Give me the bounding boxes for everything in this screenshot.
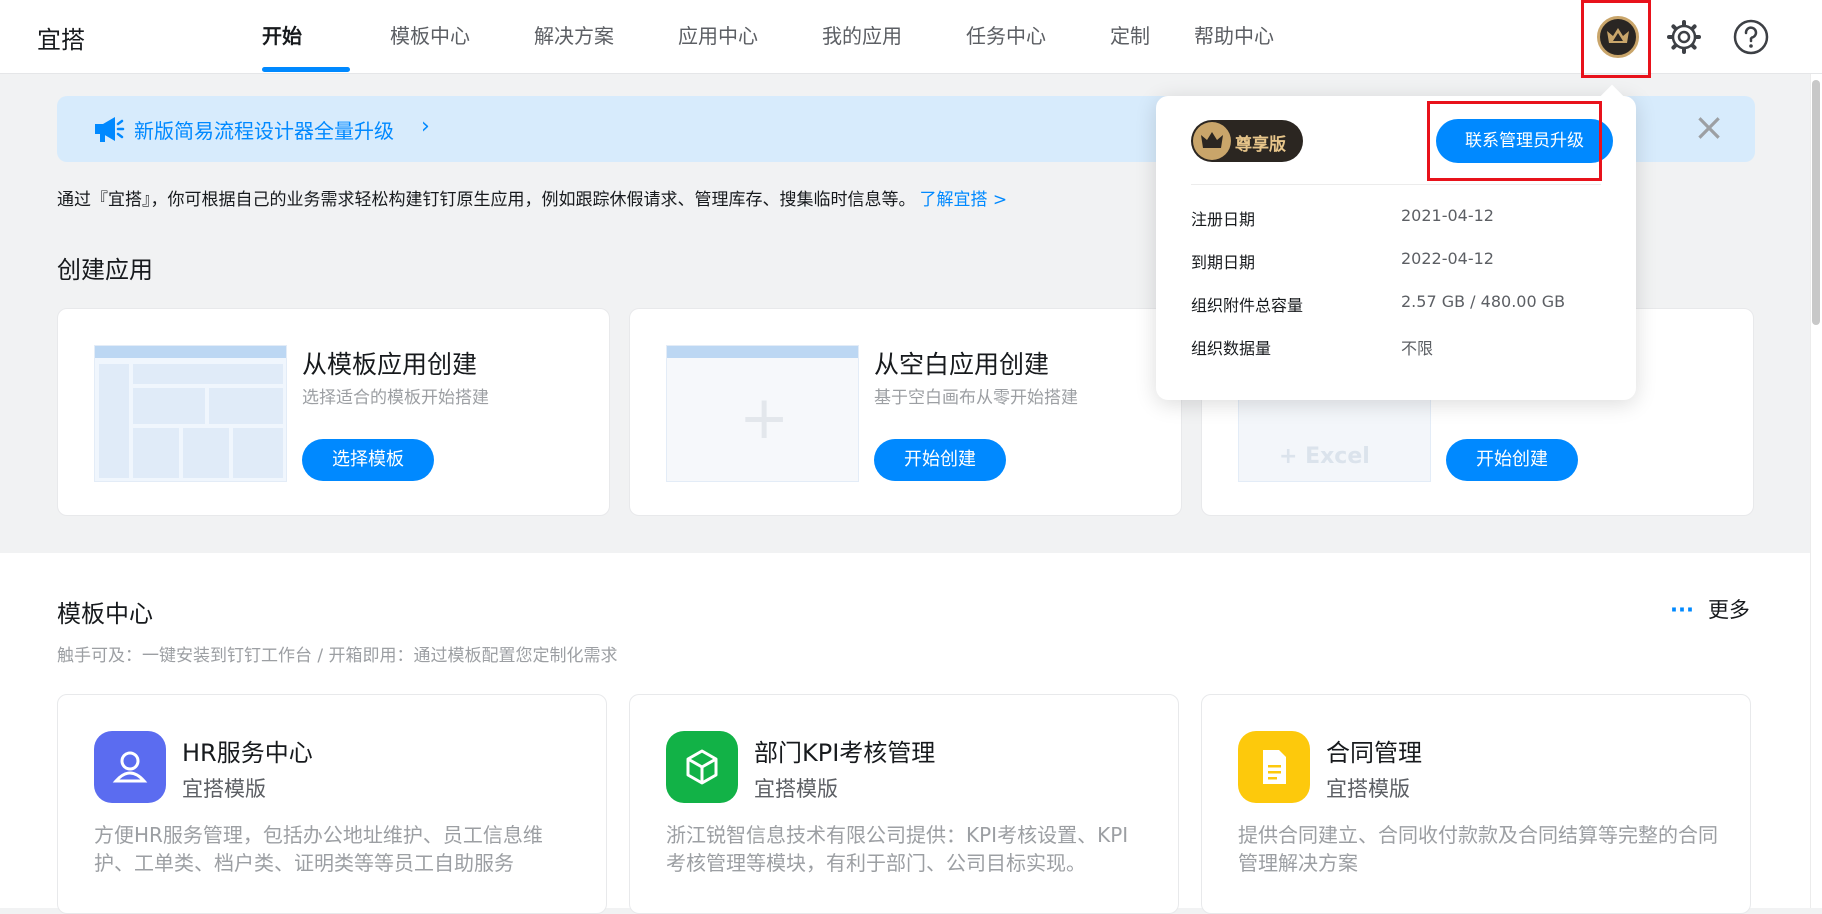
nav-item-solutions[interactable]: 解决方案: [534, 0, 638, 74]
top-header: 宜搭 开始 模板中心 解决方案 应用中心 我的应用 任务中心 定制 帮助中心: [0, 0, 1822, 78]
scrollbar-thumb[interactable]: [1812, 80, 1820, 325]
document-icon: [1238, 731, 1310, 803]
template-center-heading: 模板中心: [57, 600, 153, 628]
nav-item-start[interactable]: 开始: [262, 0, 350, 74]
template-card-hr[interactable]: HR服务中心 宜搭模版 方便HR服务管理，包括办公地址维护、员工信息维护、工单类…: [57, 694, 607, 914]
card-subtitle: 选择适合的模板开始搭建: [302, 388, 489, 408]
card-title: 从空白应用创建: [874, 350, 1050, 379]
cube-icon: [666, 731, 738, 803]
divider: [1191, 184, 1601, 185]
upgrade-highlight-box: [1427, 101, 1602, 181]
info-row-expire-date: 到期日期 2022-04-12: [1191, 249, 1601, 273]
select-template-button[interactable]: 选择模板: [302, 439, 434, 481]
nav-item-task-center[interactable]: 任务中心: [966, 0, 1070, 74]
nav-item-template-center[interactable]: 模板中心: [390, 0, 494, 74]
template-description: 提供合同建立、合同收付款款及合同结算等完整的合同管理解决方案: [1238, 823, 1718, 875]
info-row-data-volume: 组织数据量 不限: [1191, 335, 1601, 359]
info-key: 组织数据量: [1191, 339, 1272, 358]
template-preview-illustration: [94, 345, 287, 482]
close-icon[interactable]: ×: [1693, 108, 1725, 146]
learn-more-link[interactable]: 了解宜搭 >: [920, 190, 1008, 210]
more-dots-icon: ···: [1670, 598, 1694, 622]
info-key: 组织附件总容量: [1191, 296, 1304, 315]
megaphone-icon: [95, 117, 125, 142]
app-logo-title[interactable]: 宜搭: [37, 20, 85, 55]
edition-label: 尊享版: [1235, 135, 1286, 155]
template-description: 浙江锐智信息技术有限公司提供：KPI考核设置、KPI考核管理等模块，有利于部门、…: [666, 823, 1129, 875]
crown-highlight-box: [1581, 0, 1651, 78]
nav-item-help-center[interactable]: 帮助中心: [1194, 0, 1298, 74]
more-label: 更多: [1707, 598, 1750, 622]
nav-item-customize[interactable]: 定制: [1110, 0, 1154, 74]
template-tag: 宜搭模版: [1326, 777, 1410, 801]
template-description: 方便HR服务管理，包括办公地址维护、员工信息维护、工单类、档户类、证明类等等员工…: [94, 823, 543, 875]
nav-item-my-apps[interactable]: 我的应用: [822, 0, 926, 74]
info-row-register-date: 注册日期 2021-04-12: [1191, 206, 1601, 230]
start-create-excel-button[interactable]: 开始创建: [1446, 439, 1578, 481]
main-nav: 开始 模板中心 解决方案 应用中心 我的应用 任务中心 定制 帮助中心: [262, 0, 1298, 74]
help-button[interactable]: [1730, 16, 1772, 58]
info-value: 2022-04-12: [1401, 249, 1494, 268]
info-value: 2021-04-12: [1401, 206, 1494, 225]
template-title: 部门KPI考核管理: [754, 739, 936, 767]
create-app-heading: 创建应用: [57, 256, 153, 284]
template-card-kpi[interactable]: 部门KPI考核管理 宜搭模版 浙江锐智信息技术有限公司提供：KPI考核设置、KP…: [629, 694, 1179, 914]
template-tag: 宜搭模版: [182, 777, 266, 801]
info-key: 到期日期: [1191, 253, 1256, 272]
create-blank-app-card[interactable]: + 从空白应用创建 基于空白画布从零开始搭建 开始创建: [629, 308, 1182, 516]
info-row-storage: 组织附件总容量 2.57 GB / 480.00 GB: [1191, 292, 1601, 316]
template-title: HR服务中心: [182, 739, 313, 767]
intro-description: 通过『宜搭』，你可根据自己的业务需求轻松构建钉钉原生应用，例如跟踪休假请求、管理…: [57, 190, 916, 210]
gear-icon: [1667, 20, 1701, 54]
start-create-button[interactable]: 开始创建: [874, 439, 1006, 481]
chevron-right-icon: ›: [421, 114, 430, 139]
create-from-template-card[interactable]: 从模板应用创建 选择适合的模板开始搭建 选择模板: [57, 308, 610, 516]
template-tag: 宜搭模版: [754, 777, 838, 801]
more-link[interactable]: ··· 更多: [1670, 594, 1750, 624]
popover-arrow: [1600, 84, 1624, 108]
info-value: 2.57 GB / 480.00 GB: [1401, 292, 1566, 311]
person-icon: [94, 731, 166, 803]
info-key: 注册日期: [1191, 210, 1256, 229]
blank-preview-illustration: +: [666, 345, 859, 482]
template-card-contract[interactable]: 合同管理 宜搭模版 提供合同建立、合同收付款款及合同结算等完整的合同管理解决方案: [1201, 694, 1751, 914]
plus-icon: +: [739, 383, 790, 453]
intro-text: 通过『宜搭』，你可根据自己的业务需求轻松构建钉钉原生应用，例如跟踪休假请求、管理…: [57, 185, 1007, 210]
excel-label: + Excel: [1279, 444, 1370, 469]
nav-item-app-center[interactable]: 应用中心: [678, 0, 782, 74]
edition-badge: 尊享版: [1191, 120, 1303, 162]
template-center-subtitle: 触手可及：一键安装到钉钉工作台 / 开箱即用：通过模板配置您定制化需求: [57, 646, 618, 666]
card-subtitle: 基于空白画布从零开始搭建: [874, 388, 1078, 408]
info-value: 不限: [1401, 339, 1434, 358]
card-title: 从模板应用创建: [302, 350, 478, 379]
banner-text[interactable]: 新版简易流程设计器全量升级: [134, 115, 394, 144]
help-icon: [1733, 19, 1769, 55]
crown-icon: [1193, 122, 1231, 160]
template-title: 合同管理: [1326, 739, 1422, 767]
settings-button[interactable]: [1663, 16, 1705, 58]
